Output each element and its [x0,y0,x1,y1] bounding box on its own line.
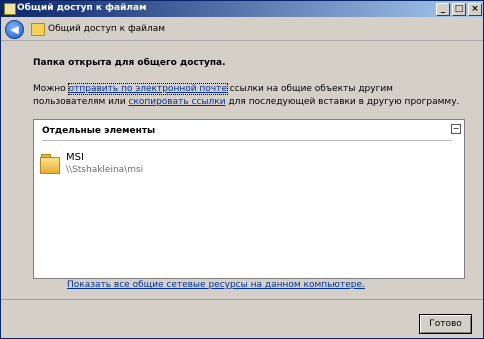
nav-title: Общий доступ к файлам [48,24,166,34]
share-folder-icon [31,23,45,36]
text-before: Можно [33,84,69,94]
shared-items-panel: Отдельные элементы − MSI \\Stshakleina\m… [33,119,465,279]
back-button[interactable]: ◀ [5,20,24,39]
file-sharing-window: Общий доступ к файлам _ □ × ◀ Общий дост… [0,0,484,339]
done-button[interactable]: Готово [419,314,472,334]
folder-icon [40,154,60,174]
copy-links-link[interactable]: скопировать ссылки [128,97,225,107]
item-path: \\Stshakleina\msi [66,165,144,175]
panel-divider [42,140,452,141]
panel-header: Отдельные элементы [42,126,156,136]
show-all-shares-link[interactable]: Показать все общие сетевые ресурсы на да… [67,280,365,290]
window-title: Общий доступ к файлам [17,3,147,13]
footer-bar [1,300,483,338]
list-item[interactable]: MSI \\Stshakleina\msi [40,150,240,178]
text-after: для последующей вставки в другую програм… [225,97,460,107]
instructions-text: Можно отправить по электронной почте ссы… [33,83,463,109]
minimize-button[interactable]: _ [436,3,450,16]
maximize-button[interactable]: □ [452,3,466,16]
status-heading: Папка открыта для общего доступа. [33,58,226,68]
navigation-bar: ◀ Общий доступ к файлам [1,18,483,41]
title-bar[interactable]: Общий доступ к файлам _ □ × [1,1,483,17]
collapse-icon[interactable]: − [451,124,461,134]
close-button[interactable]: × [468,3,482,16]
item-name: MSI [66,152,84,163]
app-icon [4,3,16,15]
email-link[interactable]: отправить по электронной почте [67,83,228,95]
